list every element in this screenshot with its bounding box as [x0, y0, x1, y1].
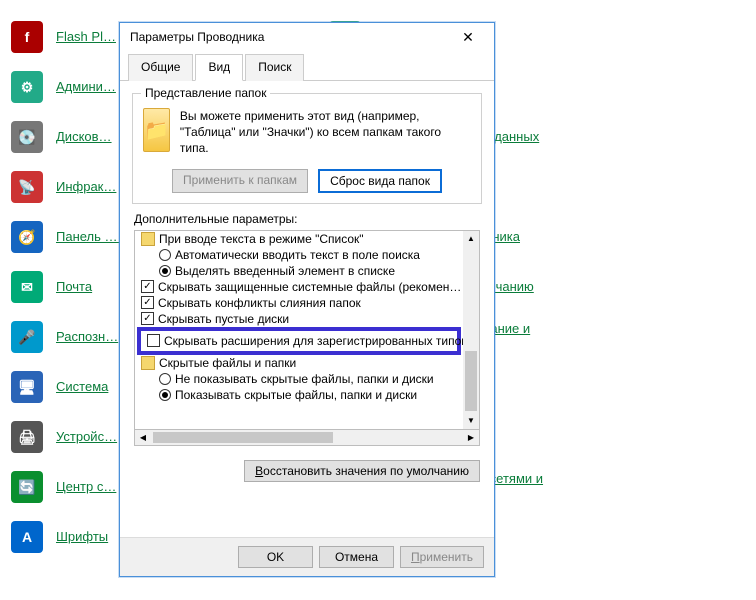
radio-icon[interactable] — [159, 265, 171, 277]
cancel-button[interactable]: Отмена — [319, 546, 394, 568]
explorer-options-dialog: Параметры Проводника ✕ Общие Вид Поиск П… — [119, 22, 495, 577]
tree-option-dont-show-hidden[interactable]: Не показывать скрытые файлы, папки и дис… — [135, 371, 463, 387]
folder-icon: 📁 — [143, 108, 170, 152]
scroll-down-icon[interactable]: ▼ — [463, 413, 479, 429]
checkbox-icon[interactable] — [147, 334, 160, 347]
folder-views-group: Представление папок 📁 Вы можете применит… — [132, 93, 482, 204]
apply-button: Применить — [400, 546, 484, 568]
folder-views-description: Вы можете применить этот вид (например, … — [180, 108, 471, 157]
dialog-titlebar[interactable]: Параметры Проводника ✕ — [120, 23, 494, 51]
vertical-scrollbar[interactable]: ▲ ▼ — [463, 231, 479, 429]
tab-general[interactable]: Общие — [128, 54, 193, 81]
dialog-button-row: OK Отмена Применить — [120, 537, 494, 576]
scroll-left-icon[interactable]: ◀ — [135, 430, 151, 445]
scroll-up-icon[interactable]: ▲ — [463, 231, 479, 247]
tab-view[interactable]: Вид — [195, 54, 243, 81]
checkbox-icon[interactable]: ✓ — [141, 312, 154, 325]
close-icon[interactable]: ✕ — [448, 26, 488, 48]
scrollbar-thumb[interactable] — [465, 351, 477, 411]
folder-icon — [141, 232, 155, 246]
checkbox-icon[interactable]: ✓ — [141, 280, 154, 293]
highlighted-option-row: Скрывать расширения для зарегистрированн… — [137, 327, 461, 355]
tree-option-hide-merge[interactable]: ✓Скрывать конфликты слияния папок — [135, 295, 463, 311]
radio-icon[interactable] — [159, 373, 171, 385]
scrollbar-thumb[interactable] — [153, 432, 333, 443]
apply-to-folders-button: Применить к папкам — [172, 169, 308, 193]
tree-option-hide-empty[interactable]: ✓Скрывать пустые диски — [135, 311, 463, 327]
tree-node-list-mode: При вводе текста в режиме "Список" — [135, 231, 463, 247]
advanced-settings-tree[interactable]: При вводе текста в режиме "Список" Автом… — [134, 230, 480, 430]
reset-folders-button[interactable]: Сброс вида папок — [318, 169, 442, 193]
checkbox-icon[interactable]: ✓ — [141, 296, 154, 309]
horizontal-scrollbar[interactable]: ◀ ▶ — [134, 430, 480, 446]
radio-icon[interactable] — [159, 249, 171, 261]
tree-option-auto-search[interactable]: Автоматически вводить текст в поле поиск… — [135, 247, 463, 263]
tree-option-show-hidden[interactable]: Показывать скрытые файлы, папки и диски — [135, 387, 463, 403]
tree-option-hide-extensions[interactable]: Скрывать расширения для зарегистрированн… — [145, 333, 453, 349]
radio-icon[interactable] — [159, 389, 171, 401]
restore-defaults-button[interactable]: Восстановить значения по умолчанию — [244, 460, 480, 482]
scroll-right-icon[interactable]: ▶ — [463, 430, 479, 445]
tab-strip: Общие Вид Поиск — [120, 53, 494, 81]
tree-option-highlight-item[interactable]: Выделять введенный элемент в списке — [135, 263, 463, 279]
advanced-settings-label: Дополнительные параметры: — [134, 212, 480, 226]
ok-button[interactable]: OK — [238, 546, 313, 568]
tree-node-hidden-section: Скрытые файлы и папки — [135, 355, 463, 371]
tab-search[interactable]: Поиск — [245, 54, 304, 81]
tree-option-hide-protected[interactable]: ✓Скрывать защищенные системные файлы (ре… — [135, 279, 463, 295]
folder-icon — [141, 356, 155, 370]
dialog-title: Параметры Проводника — [130, 30, 448, 44]
folder-views-legend: Представление папок — [141, 86, 270, 100]
